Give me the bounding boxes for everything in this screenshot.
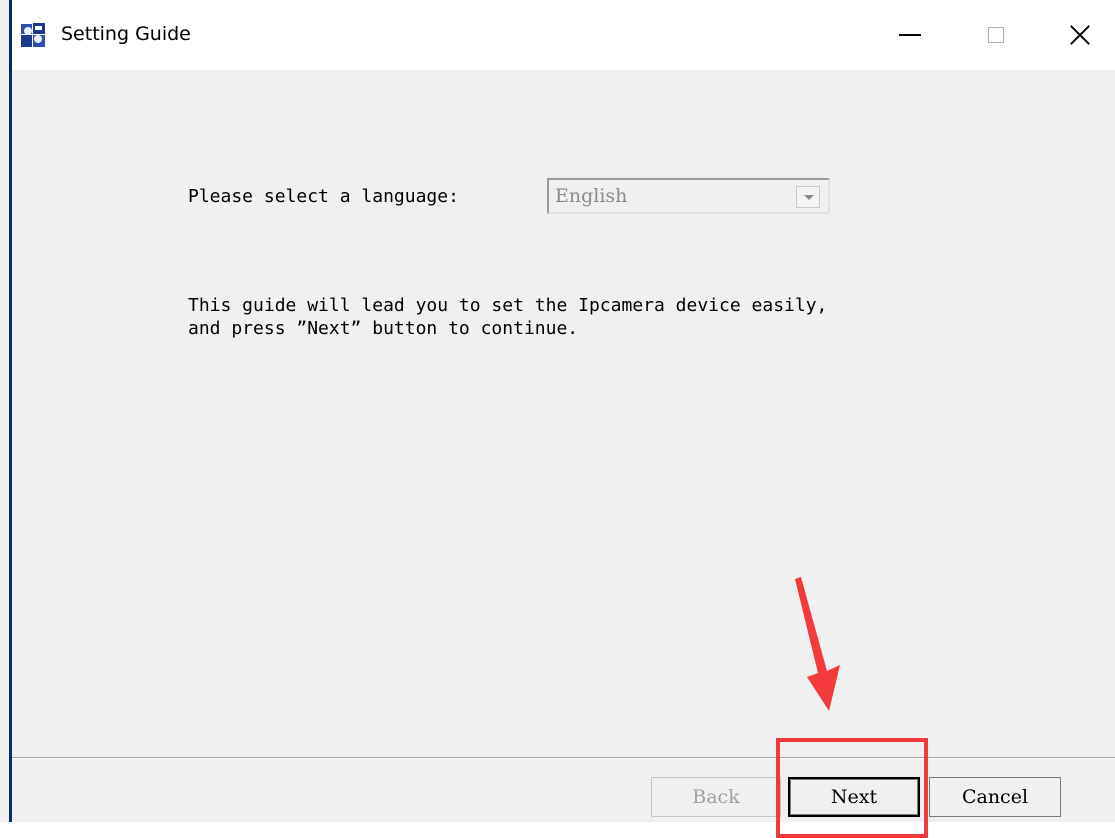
minimize-icon: [899, 34, 921, 36]
maximize-icon: [988, 27, 1004, 43]
close-button[interactable]: [1050, 10, 1110, 60]
back-button[interactable]: Back: [651, 777, 781, 817]
chevron-down-icon[interactable]: [796, 186, 820, 208]
footer-separator: [12, 757, 1115, 759]
guide-line-1: This guide will lead you to set the Ipca…: [188, 295, 828, 316]
maximize-button[interactable]: [966, 10, 1026, 60]
minimize-button[interactable]: [880, 10, 940, 60]
guide-description: This guide will lead you to set the Ipca…: [188, 294, 827, 340]
language-label: Please select a language:: [188, 186, 459, 207]
guide-line-2: and press ”Next” button to continue.: [188, 318, 579, 339]
cancel-button[interactable]: Cancel: [929, 777, 1061, 817]
language-select[interactable]: English: [547, 178, 830, 214]
language-select-value: English: [555, 185, 628, 207]
close-icon: [1069, 24, 1091, 46]
annotation-highlight-box: [776, 738, 928, 838]
setting-guide-window: Setting Guide Please select a language: …: [0, 0, 1115, 838]
window-left-border: [9, 0, 12, 822]
annotation-arrow-icon: [795, 577, 840, 711]
window-title: Setting Guide: [61, 23, 191, 45]
app-icon: [20, 22, 46, 48]
